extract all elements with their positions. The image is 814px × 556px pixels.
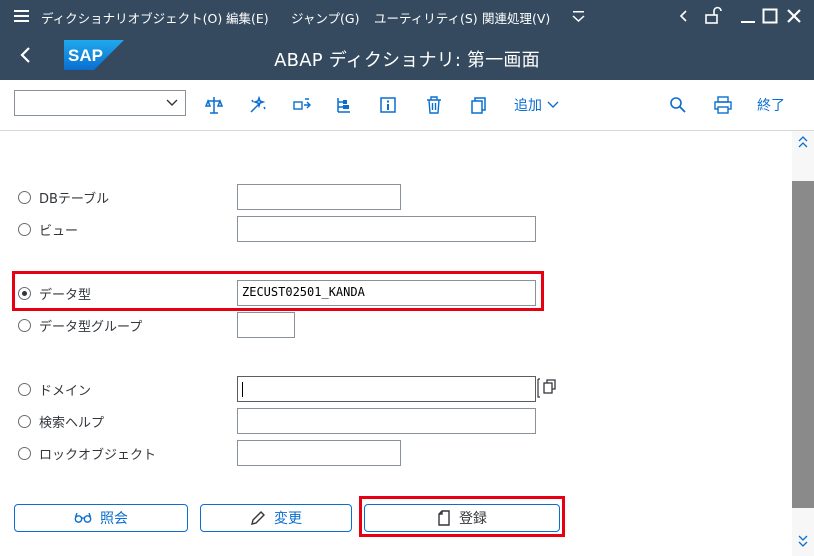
scroll-up-icon[interactable] <box>797 135 809 151</box>
copy-icon[interactable] <box>468 95 488 115</box>
option-search-help[interactable]: 検索ヘルプ <box>18 411 104 431</box>
close-icon[interactable] <box>786 8 802 24</box>
maximize-icon[interactable] <box>762 8 778 24</box>
exit-button[interactable]: 終了 <box>757 95 785 115</box>
radio-view[interactable] <box>18 222 31 236</box>
application-toolbar: 追加 終了 <box>0 80 814 131</box>
text-cursor <box>242 382 243 397</box>
search-help-input[interactable] <box>237 408 536 434</box>
option-label: データ型 <box>39 287 92 303</box>
radio-domain[interactable] <box>18 382 31 396</box>
other-object-icon[interactable] <box>204 95 224 115</box>
change-button-label: 変更 <box>274 511 302 527</box>
display-button-label: 照会 <box>100 511 128 527</box>
domain-input[interactable] <box>237 376 536 402</box>
radio-lock-object[interactable] <box>18 446 31 460</box>
information-icon[interactable] <box>378 95 398 115</box>
hierarchy-icon[interactable] <box>334 95 354 115</box>
option-data-type[interactable]: データ型 <box>18 283 91 303</box>
data-type-input[interactable]: ZECUST02501_KANDA <box>237 280 536 306</box>
option-label: ドメイン <box>39 383 92 399</box>
option-type-group[interactable]: データ型グループ <box>18 315 142 335</box>
chevron-down-icon <box>546 98 560 114</box>
menu-item-edit[interactable]: 編集(E) <box>226 8 269 27</box>
pencil-icon <box>251 511 265 525</box>
value-help-icon[interactable] <box>536 376 558 400</box>
chevron-down-icon[interactable] <box>165 97 179 113</box>
option-domain[interactable]: ドメイン <box>18 379 91 399</box>
change-button[interactable]: 変更 <box>200 504 352 532</box>
option-view[interactable]: ビュー <box>18 219 78 239</box>
display-button[interactable]: 照会 <box>14 504 188 532</box>
menu-item-goto[interactable]: ジャンプ(G) <box>291 8 359 27</box>
minimize-icon[interactable] <box>740 8 756 24</box>
print-icon[interactable] <box>713 95 733 115</box>
db-table-input[interactable] <box>237 184 401 210</box>
option-lock-object[interactable]: ロックオブジェクト <box>18 443 156 463</box>
option-label: DBテーブル <box>39 191 110 207</box>
add-menu-label: 追加 <box>514 98 542 114</box>
title-bar: SAP ABAP ディクショナリ: 第一画面 <box>0 33 814 80</box>
menu-item-utilities[interactable]: ユーティリティ(S) <box>374 8 478 27</box>
scroll-down-icon[interactable] <box>797 532 809 548</box>
menu-bar: ディクショナリオブジェクト(O) 編集(E) ジャンプ(G) ユーティリティ(S… <box>0 0 814 33</box>
radio-search-help[interactable] <box>18 414 31 428</box>
option-label: 検索ヘルプ <box>39 415 105 431</box>
unlock-icon[interactable] <box>704 6 722 26</box>
command-field[interactable] <box>14 90 186 116</box>
delete-icon[interactable] <box>424 95 444 115</box>
option-db-table[interactable]: DBテーブル <box>18 187 109 207</box>
lock-object-input[interactable] <box>237 440 401 466</box>
activate-icon[interactable] <box>248 95 268 115</box>
create-button[interactable]: 登録 <box>364 504 560 532</box>
type-group-input[interactable] <box>237 312 295 338</box>
view-input[interactable] <box>237 216 536 242</box>
new-document-icon <box>438 510 450 526</box>
chevron-left-icon[interactable] <box>678 8 690 24</box>
option-label: ビュー <box>39 223 79 239</box>
radio-data-type[interactable] <box>18 286 31 300</box>
radio-type-group[interactable] <box>18 318 31 332</box>
option-label: ロックオブジェクト <box>39 447 157 463</box>
hamburger-menu-icon[interactable] <box>14 6 30 26</box>
glasses-icon <box>74 512 92 523</box>
option-label: データ型グループ <box>39 319 143 335</box>
create-button-label: 登録 <box>459 511 487 527</box>
vertical-scrollbar[interactable] <box>792 131 814 556</box>
radio-db-table[interactable] <box>18 190 31 204</box>
menu-item-environment[interactable]: 関連処理(V) <box>482 8 550 27</box>
where-used-icon[interactable] <box>292 95 312 115</box>
menu-item-dictionary-object[interactable]: ディクショナリオブジェクト(O) <box>41 8 222 27</box>
more-menu-icon[interactable] <box>572 8 586 24</box>
scrollbar-thumb[interactable] <box>792 181 814 508</box>
add-menu-button[interactable]: 追加 <box>514 95 560 115</box>
search-icon[interactable] <box>668 95 688 115</box>
page-title: ABAP ディクショナリ: 第一画面 <box>274 50 540 71</box>
